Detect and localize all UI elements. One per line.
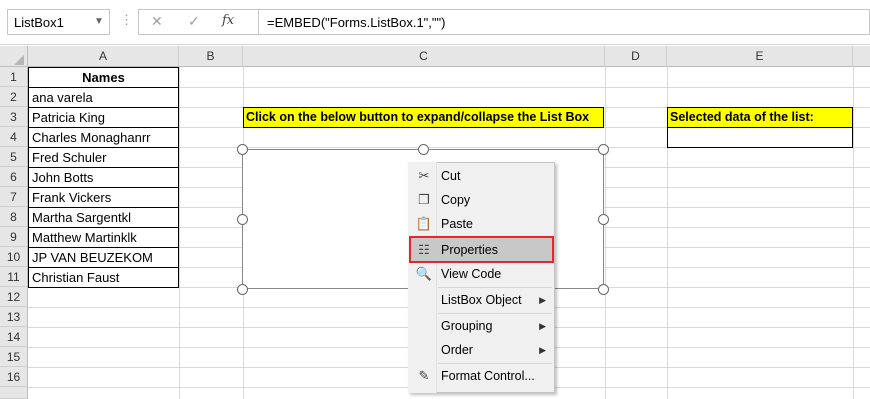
insert-function-icon[interactable]: fx [222,13,234,28]
gridline [179,67,180,399]
row-header[interactable]: 16 [0,367,28,387]
chevron-right-icon: ▶ [539,345,546,355]
menu-item-label: ListBox Object [441,293,522,307]
column-header-d[interactable]: D [605,46,667,67]
row-header[interactable]: 10 [0,247,28,267]
menu-item-label: View Code [441,267,502,281]
name-cell[interactable]: ana varela [28,88,179,108]
name-cell[interactable]: Matthew Martinklk [28,228,179,248]
menu-item-label: Order [441,343,473,357]
name-cell[interactable]: JP VAN BEUZEKOM [28,248,179,268]
cancel-icon[interactable]: ✕ [151,13,163,30]
menu-item-label: Copy [441,193,471,207]
name-box-value: ListBox1 [14,15,64,30]
formula-input[interactable]: =EMBED("Forms.ListBox.1","") [258,9,870,35]
select-all-triangle-icon [14,55,24,65]
menu-item-label: Cut [441,169,461,183]
menu-item-label: Paste [441,217,473,231]
name-cell[interactable]: Fred Schuler [28,148,179,168]
menu-item-view-code[interactable]: 🔍 View Code [409,262,554,286]
menu-item-paste[interactable]: 📋 Paste [409,212,554,236]
name-cell[interactable]: Frank Vickers [28,188,179,208]
scissors-icon: ✂ [418,168,430,183]
row-header[interactable]: 9 [0,227,28,247]
menu-item-copy[interactable]: ❐ Copy [409,188,554,212]
row-header[interactable]: 11 [0,267,28,287]
menu-item-grouping[interactable]: Grouping ▶ [409,314,554,338]
gridline [605,67,606,399]
gridline [853,67,854,399]
resize-handle[interactable] [237,144,248,155]
row-header[interactable]: 12 [0,287,28,307]
copy-icon: ❐ [418,192,430,207]
menu-item-label: Grouping [441,319,493,333]
menu-item-label: Format Control... [441,369,535,383]
row-header[interactable]: 2 [0,87,28,107]
row-header[interactable]: 13 [0,307,28,327]
column-header-f[interactable] [853,46,870,67]
column-header-b[interactable]: B [179,46,243,67]
row-header[interactable]: 5 [0,147,28,167]
formula-text: =EMBED("Forms.ListBox.1","") [267,15,446,30]
column-header-e[interactable]: E [667,46,853,67]
row-header[interactable]: 15 [0,347,28,367]
menu-item-cut[interactable]: ✂ Cut [409,164,554,188]
name-cell[interactable]: John Botts [28,168,179,188]
names-header-cell[interactable]: Names [28,67,179,88]
resize-handle[interactable] [598,284,609,295]
chevron-right-icon: ▶ [539,321,546,331]
name-cell[interactable]: Charles Monaghanrr [28,128,179,148]
paste-icon: 📋 [415,216,433,231]
row-header[interactable]: 14 [0,327,28,347]
resize-handle[interactable] [237,284,248,295]
row-header[interactable]: 6 [0,167,28,187]
cell-c3-instruction[interactable]: Click on the below button to expand/coll… [243,107,604,128]
menu-item-format-control[interactable]: ✎ Format Control... [409,364,554,388]
column-header-a[interactable]: A [28,46,179,67]
name-box[interactable]: ListBox1 ▼ [7,9,110,35]
row-header[interactable] [0,387,28,399]
row-header[interactable]: 3 [0,107,28,127]
chevron-down-icon[interactable]: ▼ [94,16,104,27]
row-header[interactable]: 1 [0,67,28,87]
column-header-c[interactable]: C [243,46,605,67]
menu-item-order[interactable]: Order ▶ [409,338,554,362]
resize-handle[interactable] [237,214,248,225]
cell-e3-selected-label[interactable]: Selected data of the list: [667,107,853,128]
resize-handle[interactable] [598,144,609,155]
resize-handle[interactable] [418,144,429,155]
name-cell[interactable]: Christian Faust [28,268,179,288]
chevron-right-icon: ▶ [539,295,546,305]
resize-handle[interactable] [598,214,609,225]
grip-icon[interactable]: ⋮ [120,12,133,28]
row-header[interactable]: 4 [0,127,28,147]
properties-highlight-box [409,236,554,263]
view-code-icon: 🔍 [415,266,433,281]
row-header[interactable]: 8 [0,207,28,227]
name-cell[interactable]: Martha Sargentkl [28,208,179,228]
cell-e4-selected-value[interactable] [667,127,853,148]
format-control-icon: ✎ [418,368,430,383]
name-cell[interactable]: Patricia King [28,108,179,128]
row-header[interactable]: 7 [0,187,28,207]
enter-icon[interactable]: ✓ [188,13,200,30]
menu-item-listbox-object[interactable]: ListBox Object ▶ [409,288,554,312]
